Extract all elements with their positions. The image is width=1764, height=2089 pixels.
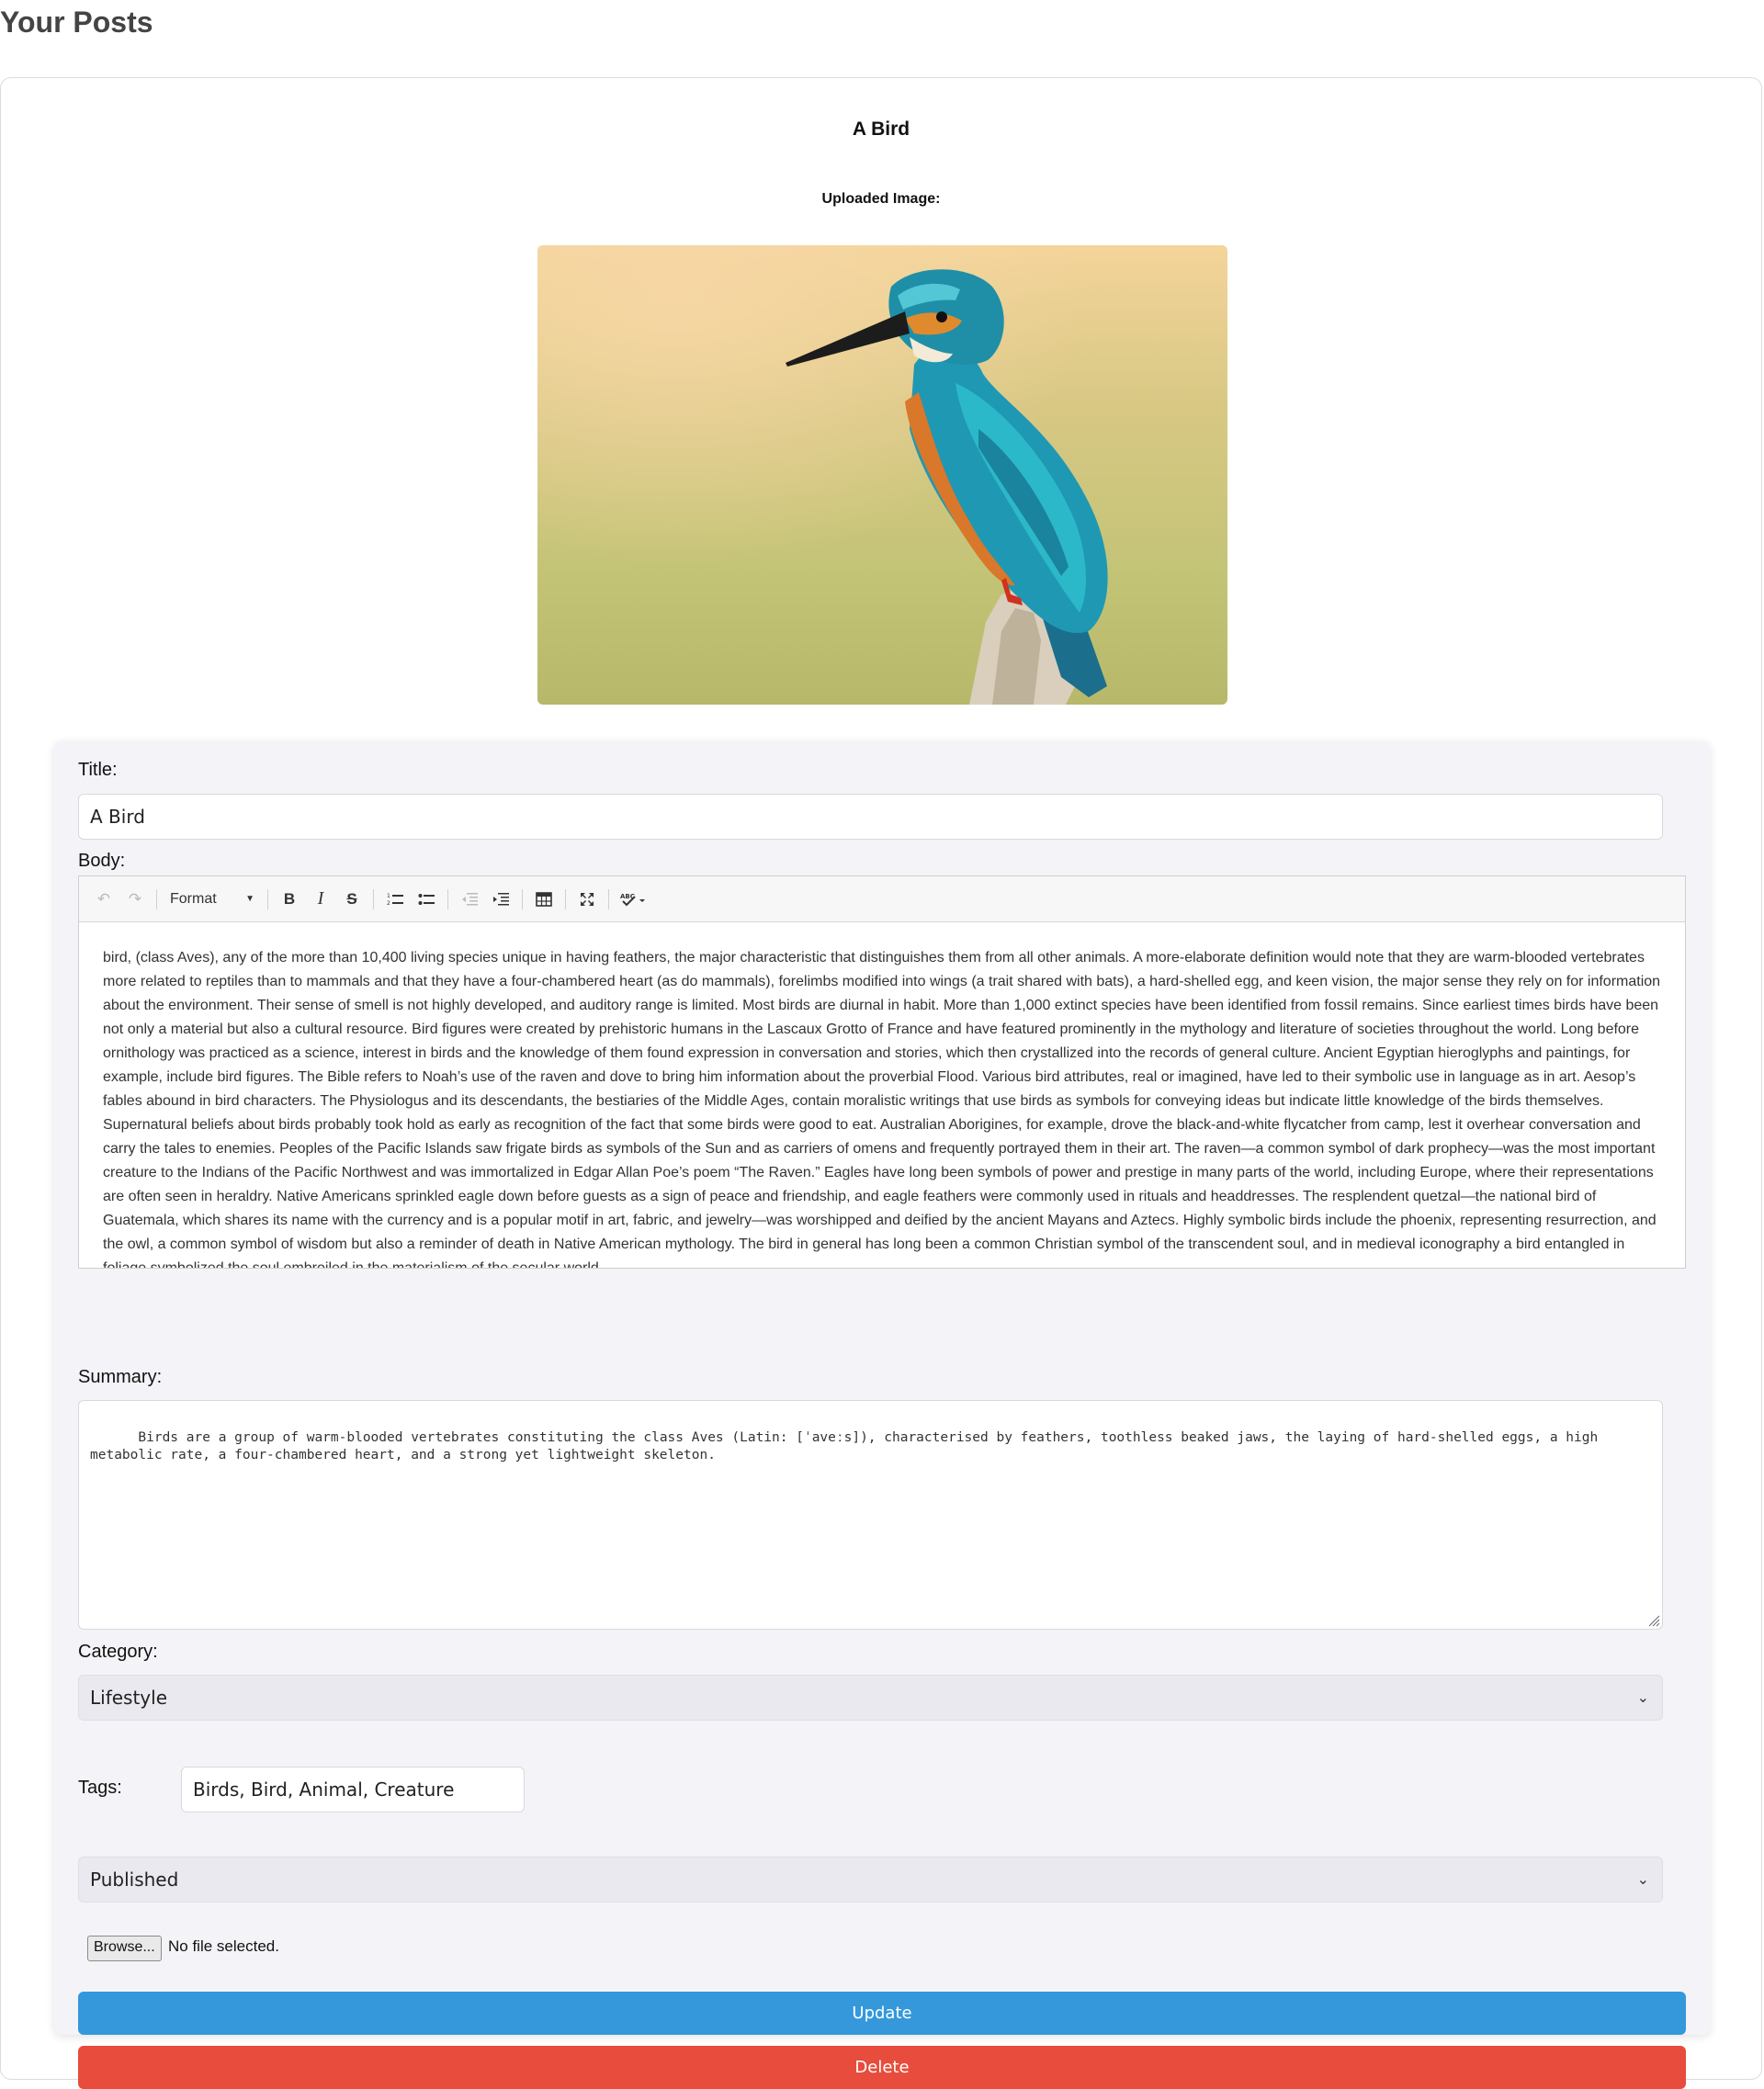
redo-icon[interactable]: ↷: [121, 886, 149, 913]
caret-down-icon: ▼: [245, 894, 254, 904]
numbered-list-icon[interactable]: 12: [381, 886, 409, 913]
table-icon[interactable]: [530, 886, 558, 913]
toolbar-separator: [608, 888, 609, 909]
strikethrough-icon[interactable]: S: [338, 886, 366, 913]
uploaded-bird-image: [537, 245, 1227, 705]
post-title: A Bird: [852, 119, 910, 140]
format-dropdown[interactable]: Format ▼: [163, 886, 262, 913]
tags-input[interactable]: Birds, Bird, Animal, Creature: [181, 1767, 525, 1812]
body-rich-text-editor: ↶ ↷ Format ▼ B I S 12 ABC bird, (class A…: [78, 875, 1686, 1269]
file-status-text: No file selected.: [168, 1937, 279, 1955]
delete-button[interactable]: Delete: [78, 2046, 1686, 2089]
summary-label: Summary:: [78, 1367, 163, 1387]
toolbar-separator: [522, 888, 523, 909]
toolbar-separator: [267, 888, 268, 909]
bullet-list-icon[interactable]: [413, 886, 440, 913]
summary-text: Birds are a group of warm-blooded verteb…: [90, 1430, 1606, 1462]
summary-textarea[interactable]: Birds are a group of warm-blooded verteb…: [78, 1400, 1663, 1630]
italic-icon[interactable]: I: [307, 886, 334, 913]
browse-file-button[interactable]: Browse...: [87, 1936, 162, 1961]
format-dropdown-label: Format: [170, 890, 217, 907]
body-editor-content[interactable]: bird, (class Aves), any of the more than…: [79, 922, 1685, 1268]
svg-text:1: 1: [387, 893, 390, 899]
uploaded-image-label: Uploaded Image:: [821, 191, 941, 207]
status-select[interactable]: Published ⌄: [78, 1857, 1663, 1903]
tags-label: Tags:: [78, 1778, 122, 1798]
post-card: A Bird Uploaded Image: Title: A Bird Bod…: [0, 77, 1762, 2089]
spellcheck-icon[interactable]: ABC: [616, 886, 650, 913]
toolbar-separator: [373, 888, 374, 909]
status-selected-value: Published: [90, 1869, 179, 1891]
resize-grip-icon[interactable]: [1647, 1614, 1660, 1627]
category-label: Category:: [78, 1642, 158, 1662]
category-selected-value: Lifestyle: [90, 1687, 168, 1709]
outdent-icon[interactable]: [456, 886, 483, 913]
body-label: Body:: [78, 851, 126, 871]
category-select[interactable]: Lifestyle ⌄: [78, 1675, 1663, 1721]
toolbar-separator: [156, 888, 157, 909]
svg-text:2: 2: [387, 900, 390, 907]
fullscreen-icon[interactable]: [573, 886, 601, 913]
edit-post-form: Title: A Bird Body: ↶ ↷ Format ▼ B I S 1…: [54, 741, 1710, 2089]
toolbar-separator: [447, 888, 448, 909]
title-label: Title:: [78, 760, 118, 780]
page-heading: Your Posts: [0, 6, 153, 39]
indent-icon[interactable]: [487, 886, 514, 913]
chevron-down-icon: ⌄: [1636, 1870, 1649, 1888]
update-button[interactable]: Update: [78, 1992, 1686, 2035]
toolbar-separator: [565, 888, 566, 909]
title-input[interactable]: A Bird: [78, 794, 1663, 840]
bold-icon[interactable]: B: [276, 886, 303, 913]
chevron-down-icon: ⌄: [1636, 1688, 1649, 1706]
undo-icon[interactable]: ↶: [90, 886, 118, 913]
editor-toolbar: ↶ ↷ Format ▼ B I S 12 ABC: [79, 876, 1685, 922]
